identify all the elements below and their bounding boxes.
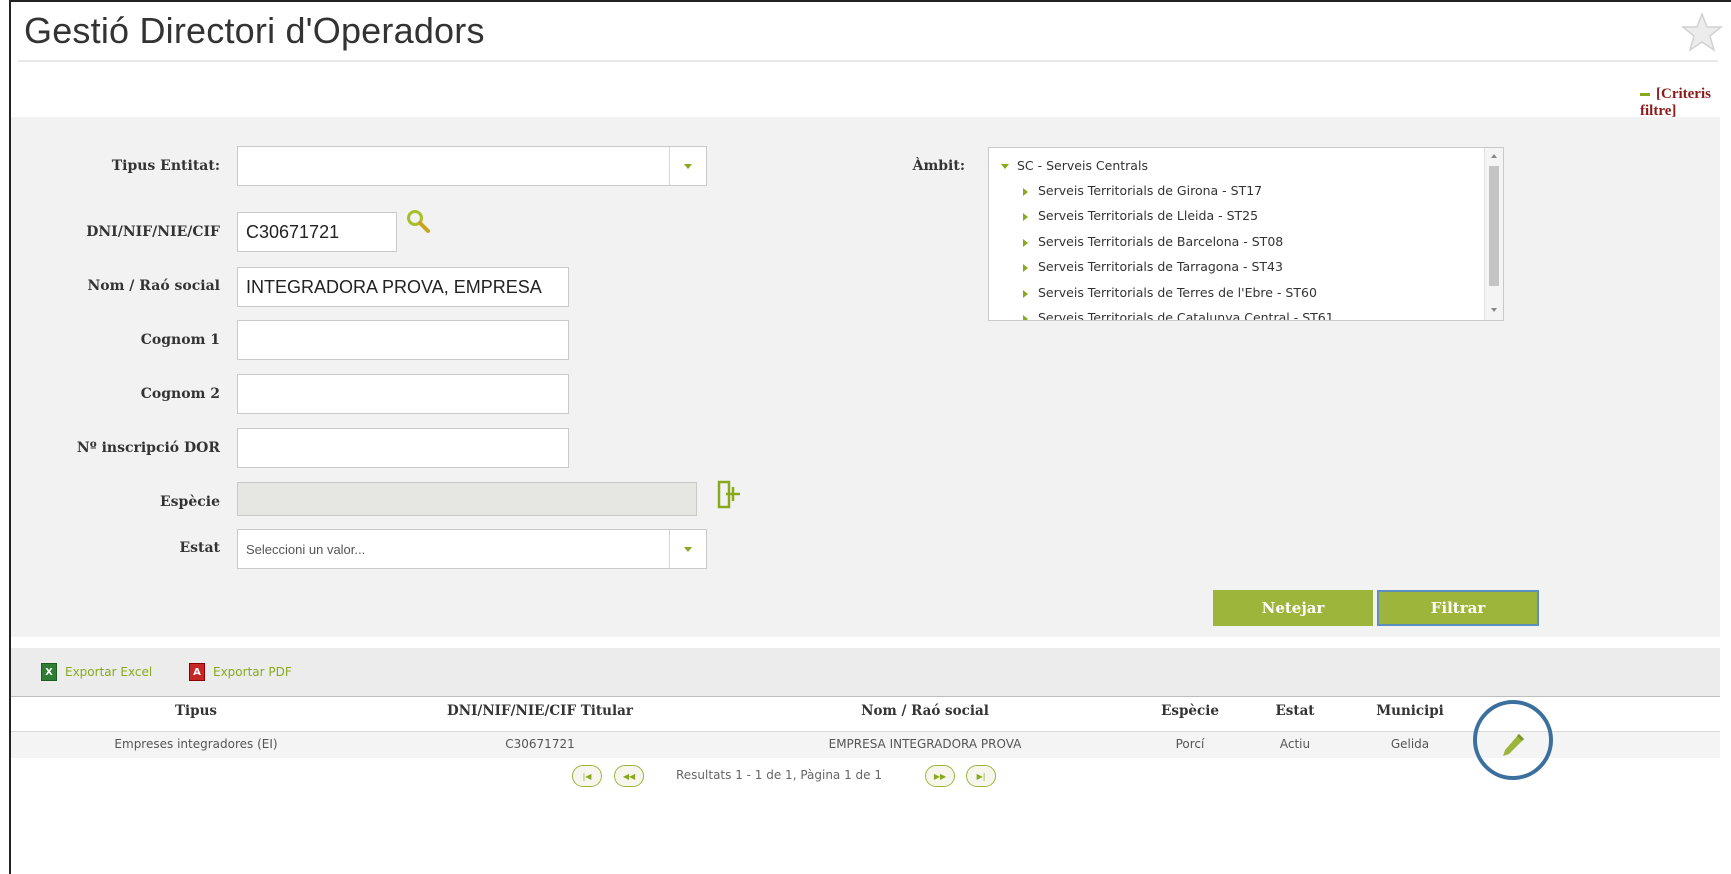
filter-criteria-label: [Criteris filtre]	[1640, 86, 1711, 119]
cell-tipus: Empreses integradores (EI)	[114, 737, 278, 751]
star-icon[interactable]	[1680, 12, 1724, 52]
column-header-nom[interactable]: Nom / Raó social	[780, 703, 1070, 719]
column-header-tipus[interactable]: Tipus	[96, 703, 296, 719]
scroll-down-icon[interactable]	[1491, 308, 1497, 312]
expand-right-icon[interactable]	[1023, 263, 1028, 272]
first-page-icon: |◀	[582, 771, 592, 781]
tipus-entitat-select[interactable]	[237, 146, 707, 186]
tree-item-label: Serveis Territorials de Lleida - ST25	[1038, 208, 1259, 223]
column-header-municipi[interactable]: Municipi	[1360, 703, 1460, 719]
expand-right-icon[interactable]	[1023, 212, 1028, 221]
tree-item[interactable]: Serveis Territorials de Girona - ST17	[1023, 183, 1262, 198]
tree-item[interactable]: Serveis Territorials de Lleida - ST25	[1023, 208, 1258, 223]
nom-label: Nom / Raó social	[87, 278, 220, 294]
estat-label: Estat	[179, 540, 220, 556]
export-excel-label: Exportar Excel	[65, 665, 153, 679]
cell-dni: C30671721	[505, 737, 575, 751]
cognom2-input[interactable]	[237, 374, 569, 414]
next-page-button[interactable]: ▶▶	[925, 765, 955, 787]
first-page-button[interactable]: |◀	[572, 765, 602, 787]
scroll-up-icon[interactable]	[1491, 154, 1497, 158]
cell-especie: Porcí	[1175, 737, 1205, 751]
ambit-label: Àmbit:	[912, 158, 965, 174]
page-title: Gestió Directori d'Operadors	[24, 10, 485, 51]
cognom1-input[interactable]	[237, 320, 569, 360]
tree-item-root[interactable]: SC - Serveis Centrals	[1001, 158, 1148, 173]
tree-item-label: Serveis Territorials de Catalunya Centra…	[1038, 310, 1334, 321]
netejar-button[interactable]: Netejar	[1213, 590, 1373, 626]
dni-label: DNI/NIF/NIE/CIF	[86, 224, 220, 240]
tree-item[interactable]: Serveis Territorials de Terres de l'Ebre…	[1023, 285, 1317, 300]
collapse-icon	[1640, 93, 1650, 97]
especie-label: Espècie	[160, 494, 220, 510]
tree-item-label: Serveis Territorials de Girona - ST17	[1038, 183, 1263, 198]
next-page-icon: ▶▶	[933, 771, 947, 781]
cell-municipi: Gelida	[1390, 737, 1430, 751]
last-page-button[interactable]: ▶|	[966, 765, 996, 787]
filtrar-button[interactable]: Filtrar	[1377, 590, 1539, 626]
edit-pencil-icon[interactable]	[1499, 731, 1527, 759]
chevron-down-icon[interactable]	[669, 530, 706, 568]
cognom1-label: Cognom 1	[140, 332, 220, 348]
estat-placeholder: Seleccioni un valor...	[246, 541, 366, 557]
inscripcio-input[interactable]	[237, 428, 569, 468]
excel-icon: X	[41, 663, 57, 681]
tree-scrollbar[interactable]	[1484, 148, 1503, 320]
cell-estat: Actiu	[1279, 737, 1311, 751]
expand-right-icon[interactable]	[1023, 289, 1028, 298]
chevron-down-icon[interactable]	[669, 147, 706, 185]
add-species-icon[interactable]	[716, 480, 742, 510]
pager-summary: Resultats 1 - 1 de 1, Pàgina 1 de 1	[676, 768, 882, 782]
export-excel-link[interactable]: X Exportar Excel	[41, 663, 152, 681]
tipus-entitat-label: Tipus Entitat:	[111, 158, 220, 174]
column-header-especie[interactable]: Espècie	[1145, 703, 1235, 719]
dni-input[interactable]: C30671721	[237, 212, 397, 252]
title-divider	[18, 60, 1718, 62]
estat-select[interactable]: Seleccioni un valor...	[237, 529, 707, 569]
cognom2-label: Cognom 2	[140, 386, 220, 402]
scroll-thumb[interactable]	[1489, 166, 1499, 286]
prev-page-icon: ◀◀	[622, 771, 636, 781]
tree-item-root-label: SC - Serveis Centrals	[1017, 158, 1148, 173]
filter-criteria-toggle[interactable]: [Criteris filtre]	[1640, 86, 1731, 120]
tree-item[interactable]: Serveis Territorials de Tarragona - ST43	[1023, 259, 1283, 274]
inscripcio-label: Nº inscripció DOR	[76, 440, 220, 456]
tree-item-label: Serveis Territorials de Tarragona - ST43	[1038, 259, 1283, 274]
pdf-icon: A	[189, 663, 205, 681]
tree-item-label: Serveis Territorials de Terres de l'Ebre…	[1038, 285, 1317, 300]
expand-right-icon[interactable]	[1023, 314, 1028, 320]
column-header-estat[interactable]: Estat	[1255, 703, 1335, 719]
prev-page-button[interactable]: ◀◀	[614, 765, 644, 787]
export-pdf-link[interactable]: A Exportar PDF	[189, 663, 292, 681]
column-header-dni[interactable]: DNI/NIF/NIE/CIF Titular	[400, 703, 680, 719]
nom-input[interactable]: INTEGRADORA PROVA, EMPRESA	[237, 267, 569, 307]
tree-item[interactable]: Serveis Territorials de Catalunya Centra…	[1023, 310, 1334, 321]
tree-item-label: Serveis Territorials de Barcelona - ST08	[1038, 234, 1284, 249]
expand-down-icon[interactable]	[1001, 164, 1009, 169]
tree-item[interactable]: Serveis Territorials de Barcelona - ST08	[1023, 234, 1283, 249]
expand-right-icon[interactable]	[1023, 238, 1028, 247]
cell-nom: EMPRESA INTEGRADORA PROVA	[828, 737, 1022, 751]
export-toolbar: X Exportar Excel A Exportar PDF	[11, 648, 1720, 697]
especie-input	[237, 482, 697, 516]
expand-right-icon[interactable]	[1023, 187, 1028, 196]
ambit-tree[interactable]: SC - Serveis Centrals Serveis Territoria…	[988, 147, 1504, 321]
export-pdf-label: Exportar PDF	[213, 665, 292, 679]
last-page-icon: ▶|	[976, 771, 986, 781]
search-icon[interactable]	[405, 208, 431, 234]
